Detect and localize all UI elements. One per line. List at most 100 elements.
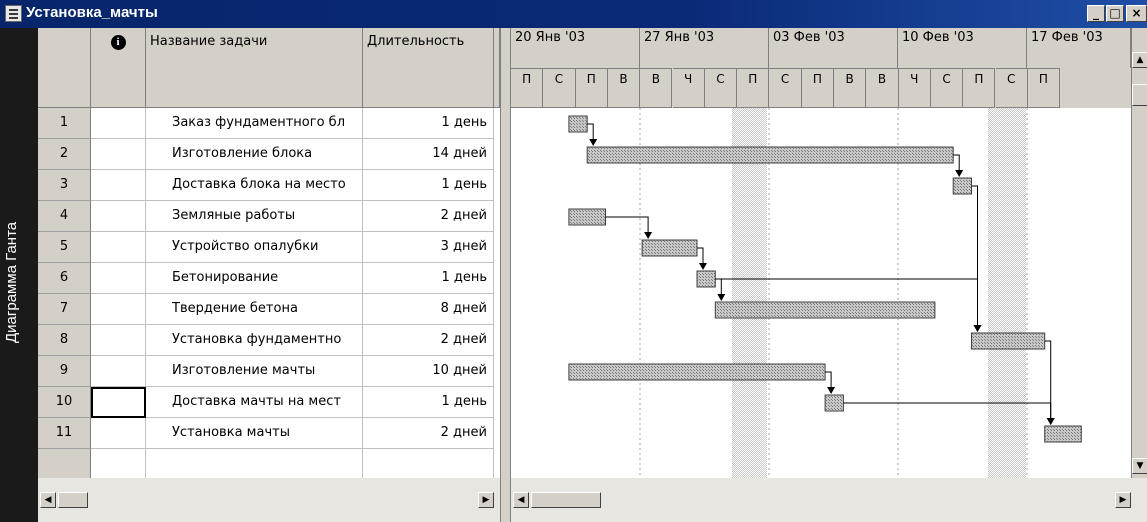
row-id[interactable]: 6	[38, 263, 91, 294]
dependency-link	[715, 278, 726, 301]
indicator-cell[interactable]	[91, 201, 146, 232]
task-bar[interactable]	[696, 270, 716, 288]
project-document-icon	[5, 5, 22, 22]
table-scroll-thumb[interactable]	[58, 492, 88, 508]
scroll-up-icon[interactable]: ▲	[1132, 52, 1147, 68]
table-row[interactable]: 3 Доставка блока на место 1 день	[38, 170, 500, 201]
vertical-scrollbar[interactable]: ▲ ▼	[1131, 28, 1147, 478]
row-id[interactable]: 7	[38, 294, 91, 325]
task-name-cell[interactable]	[146, 449, 363, 480]
indicator-cell[interactable]	[91, 387, 146, 418]
chart-scroll-left-icon[interactable]: ◀	[513, 492, 529, 508]
indicator-cell[interactable]	[91, 356, 146, 387]
task-bar[interactable]	[641, 239, 698, 257]
gantt-chart: 20 Янв '03 27 Янв '03 03 Фев '03 10 Фев '03…	[511, 28, 1131, 478]
task-name-cell[interactable]: Бетонирование	[146, 263, 363, 294]
scroll-down-icon[interactable]: ▼	[1132, 458, 1147, 474]
dependency-link	[1044, 340, 1055, 425]
row-id[interactable]: 1	[38, 108, 91, 139]
row-id[interactable]: 11	[38, 418, 91, 449]
indicators-header[interactable]: i	[91, 28, 146, 108]
table-row[interactable]: 9 Изготовление мачты 10 дней	[38, 356, 500, 387]
duration-cell[interactable]: 3 дней	[363, 232, 494, 263]
task-name-cell[interactable]: Заказ фундаментного бл	[146, 108, 363, 139]
duration-cell[interactable]: 1 день	[363, 170, 494, 201]
task-bar[interactable]	[1044, 425, 1082, 443]
dependency-link	[971, 185, 982, 332]
indicator-cell[interactable]	[91, 170, 146, 201]
table-row[interactable]: 8 Установка фундаментно 2 дней	[38, 325, 500, 356]
vertical-scroll-thumb[interactable]	[1132, 84, 1147, 106]
indicator-cell[interactable]	[91, 325, 146, 356]
row-id[interactable]: 5	[38, 232, 91, 263]
chart-scroll-right-icon[interactable]: ▶	[1115, 492, 1131, 508]
duration-cell[interactable]: 1 день	[363, 263, 494, 294]
window-title: Установка_мачты	[26, 4, 158, 21]
duration-cell[interactable]: 1 день	[363, 108, 494, 139]
dependency-link	[587, 123, 598, 146]
table-horizontal-scrollbar[interactable]: ◀ ▶	[38, 478, 500, 522]
indicator-cell[interactable]	[91, 263, 146, 294]
indicator-cell[interactable]	[91, 139, 146, 170]
table-scroll-right-icon[interactable]: ▶	[478, 492, 494, 508]
indicator-cell[interactable]	[91, 449, 146, 480]
maximize-button[interactable]: □	[1106, 5, 1124, 22]
task-name-cell[interactable]: Изготовление мачты	[146, 356, 363, 387]
row-id[interactable]: 10	[38, 387, 91, 418]
task-name-cell[interactable]: Установка мачты	[146, 418, 363, 449]
minimize-button[interactable]: _	[1087, 5, 1105, 22]
table-row[interactable]: 10 Доставка мачты на мест 1 день	[38, 387, 500, 418]
row-id[interactable]: 3	[38, 170, 91, 201]
table-row[interactable]: 11 Установка мачты 2 дней	[38, 418, 500, 449]
close-button[interactable]: ×	[1126, 5, 1147, 22]
duration-cell[interactable]	[363, 449, 494, 480]
indicator-cell[interactable]	[91, 232, 146, 263]
row-id[interactable]: 2	[38, 139, 91, 170]
task-bar[interactable]	[971, 332, 1046, 350]
row-id[interactable]: 8	[38, 325, 91, 356]
duration-cell[interactable]: 1 день	[363, 387, 494, 418]
name-column-header[interactable]: Название задачи	[146, 28, 363, 108]
duration-cell[interactable]: 2 дней	[363, 201, 494, 232]
indicator-cell[interactable]	[91, 294, 146, 325]
table-row[interactable]: 6 Бетонирование 1 день	[38, 263, 500, 294]
indicator-cell[interactable]	[91, 108, 146, 139]
table-scroll-left-icon[interactable]: ◀	[40, 492, 56, 508]
task-name-cell[interactable]: Доставка блока на место	[146, 170, 363, 201]
task-bar[interactable]	[568, 115, 588, 133]
table-row[interactable]: 7 Твердение бетона 8 дней	[38, 294, 500, 325]
duration-cell[interactable]: 2 дней	[363, 418, 494, 449]
table-row[interactable]: 4 Земляные работы 2 дней	[38, 201, 500, 232]
duration-cell[interactable]: 2 дней	[363, 325, 494, 356]
task-name-cell[interactable]: Изготовление блока	[146, 139, 363, 170]
select-all-corner[interactable]	[38, 28, 91, 108]
duration-cell[interactable]: 8 дней	[363, 294, 494, 325]
task-name-cell[interactable]: Земляные работы	[146, 201, 363, 232]
indicator-cell[interactable]	[91, 418, 146, 449]
table-row[interactable]: 5 Устройство опалубки 3 дней	[38, 232, 500, 263]
row-id[interactable]: 9	[38, 356, 91, 387]
row-id[interactable]: 4	[38, 201, 91, 232]
window-titlebar: Установка_мачты _ □ ×	[0, 0, 1147, 28]
task-bar[interactable]	[952, 177, 973, 195]
view-splitter[interactable]	[500, 28, 511, 522]
duration-cell[interactable]: 10 дней	[363, 356, 494, 387]
task-bar[interactable]	[568, 363, 826, 381]
duration-column-header[interactable]: Длительность	[363, 28, 494, 108]
task-bar[interactable]	[586, 146, 954, 164]
table-row[interactable]: 1 Заказ фундаментного бл 1 день	[38, 108, 500, 139]
task-bar[interactable]	[568, 208, 606, 226]
task-bar[interactable]	[824, 394, 844, 412]
task-name-cell[interactable]: Твердение бетона	[146, 294, 363, 325]
task-bar[interactable]	[714, 301, 936, 319]
empty-row[interactable]	[38, 449, 500, 480]
view-bar-label: Диаграмма Ганта	[3, 221, 20, 343]
table-row[interactable]: 2 Изготовление блока 14 дней	[38, 139, 500, 170]
row-id[interactable]	[38, 449, 91, 480]
chart-scroll-thumb[interactable]	[531, 492, 601, 508]
task-name-cell[interactable]: Доставка мачты на мест	[146, 387, 363, 418]
task-name-cell[interactable]: Установка фундаментно	[146, 325, 363, 356]
duration-cell[interactable]: 14 дней	[363, 139, 494, 170]
task-name-cell[interactable]: Устройство опалубки	[146, 232, 363, 263]
chart-horizontal-scrollbar[interactable]: ◀ ▶	[511, 478, 1147, 522]
